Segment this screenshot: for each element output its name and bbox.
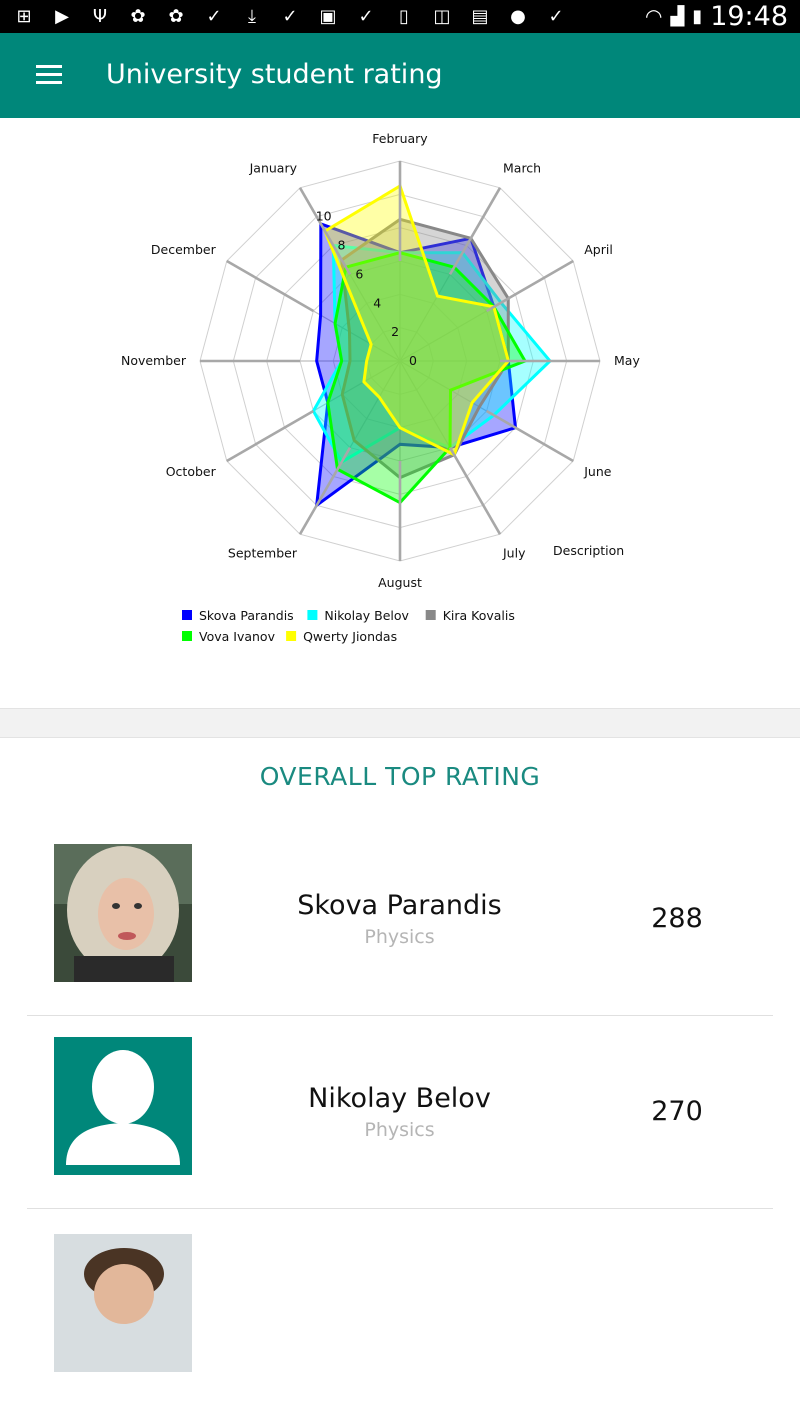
axis-label: August (378, 575, 422, 590)
axis-spoke-outer (448, 446, 502, 535)
legend-label: Skova Parandis (199, 608, 294, 623)
radial-tick-label: 0 (409, 353, 417, 368)
chart-description: Description (553, 543, 624, 558)
axis-label: September (228, 545, 298, 560)
axis-spoke-outer (226, 409, 315, 463)
student-row[interactable]: Nikolay Belov Physics 270 (27, 1015, 773, 1209)
student-department: Physics (364, 1119, 435, 1141)
check-icon: ✓ (282, 6, 298, 27)
document-icon: ▤ (471, 6, 489, 27)
paw-icon: ✿ (130, 6, 146, 27)
status-bar: ⊞ ▶ Ψ ✿ ✿ ✓ ⤓ ✓ ▣ ✓ ▯ ◫ ▤ ● ✓ ◠ ▟ ▮ 19:4… (0, 0, 800, 33)
usb-icon: Ψ (92, 6, 108, 27)
galaxy-icon: ● (510, 6, 526, 27)
radial-tick-label: 8 (338, 238, 346, 253)
legend-swatch (182, 610, 192, 620)
avatar-placeholder-icon (54, 1037, 192, 1175)
signal-icon: ▟ (670, 6, 685, 26)
legend-label: Nikolay Belov (324, 608, 409, 623)
youtube-icon: ▶ (55, 6, 69, 27)
check-icon: ✓ (358, 6, 374, 27)
download-icon: ⤓ (248, 6, 256, 27)
clock: 19:48 (710, 1, 788, 32)
section-divider (0, 708, 800, 738)
page-title: University student rating (106, 59, 443, 90)
axis-spoke-outer (485, 409, 574, 463)
legend-swatch (286, 631, 297, 641)
axis-label: January (249, 161, 298, 176)
check-icon: ✓ (206, 6, 222, 27)
student-department: Physics (364, 926, 435, 948)
app-bar: University student rating (0, 33, 800, 118)
avatar (54, 1234, 192, 1372)
legend-label: Kira Kovalis (443, 608, 515, 623)
axis-label: February (372, 131, 428, 146)
student-name: Nikolay Belov (308, 1083, 491, 1114)
paw-icon: ✿ (168, 6, 184, 27)
axis-label: April (584, 242, 613, 257)
legend-swatch (425, 610, 436, 620)
nfc-icon: ◫ (433, 6, 451, 27)
axis-label: November (121, 353, 187, 368)
battery-icon: ▮ (692, 6, 703, 26)
axis-label: May (614, 353, 640, 368)
student-name: Skova Parandis (297, 890, 502, 921)
phone-vibrate-icon: ▯ (399, 6, 409, 27)
student-score: 270 (651, 1096, 703, 1127)
axis-spoke-outer (226, 259, 315, 313)
axis-label: October (166, 464, 217, 479)
student-row[interactable] (27, 1208, 773, 1401)
check-icon: ✓ (548, 6, 564, 27)
add-box-icon: ⊞ (16, 6, 32, 27)
axis-label: March (503, 161, 541, 176)
wifi-icon: ◠ (644, 6, 663, 28)
rating-section-title: OVERALL TOP RATING (259, 762, 541, 791)
student-row[interactable]: Skova Parandis Physics 288 (27, 822, 773, 1016)
legend-swatch (182, 631, 192, 641)
radar-chart-card: 0 2 4 6 8 10 February March April May June July Augu… (0, 118, 800, 708)
legend-label: Vova Ivanov (199, 629, 276, 644)
radar-chart: 02468 10 February March April May June July Augu… (121, 131, 640, 644)
notification-icons: ⊞ ▶ Ψ ✿ ✿ ✓ ⤓ ✓ ▣ ✓ ▯ ◫ ▤ ● ✓ (12, 4, 568, 30)
legend-label: Qwerty Jiondas (303, 629, 397, 644)
axis-label: June (583, 464, 612, 479)
radial-tick-label: 2 (391, 324, 399, 339)
axis-label: July (502, 545, 526, 560)
radial-tick-label: 10 (316, 209, 332, 224)
avatar (54, 844, 192, 982)
android-icon: ▣ (319, 6, 337, 27)
radial-tick-label: 6 (355, 266, 363, 281)
student-score: 288 (651, 903, 703, 934)
legend-swatch (307, 610, 318, 620)
radial-tick-label: 4 (373, 295, 381, 310)
axis-label: December (151, 242, 217, 257)
menu-icon[interactable] (36, 65, 62, 85)
